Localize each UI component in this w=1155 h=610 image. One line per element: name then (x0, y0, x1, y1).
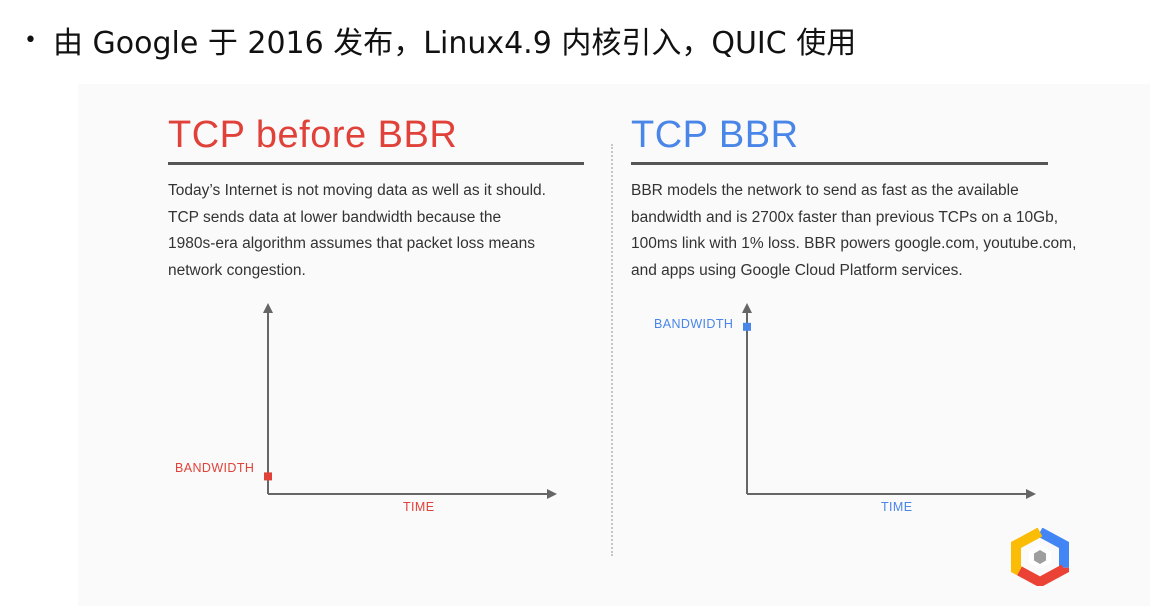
right-time-label: TIME (881, 500, 913, 514)
axes-layer (263, 303, 1036, 499)
right-bandwidth-marker (743, 322, 751, 331)
right-bandwidth-label: BANDWIDTH (654, 317, 734, 331)
left-bandwidth-marker (264, 472, 272, 481)
left-bandwidth-label: BANDWIDTH (175, 461, 255, 475)
google-cloud-hexagon-icon (1011, 528, 1069, 586)
left-time-label: TIME (403, 500, 435, 514)
